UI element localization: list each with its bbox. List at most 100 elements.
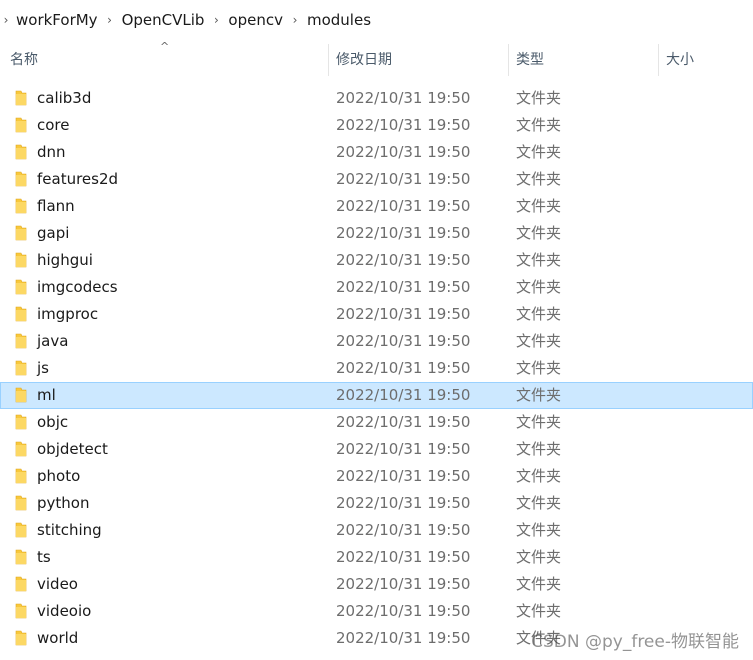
- modified-date: 2022/10/31 19:50: [336, 413, 471, 431]
- file-name: dnn: [37, 143, 66, 161]
- modified-date: 2022/10/31 19:50: [336, 629, 471, 647]
- list-item[interactable]: gapi 2022/10/31 19:50 文件夹: [0, 220, 753, 247]
- file-type: 文件夹: [516, 224, 562, 242]
- folder-icon: [15, 279, 27, 295]
- folder-icon: [15, 198, 27, 214]
- file-name: stitching: [37, 521, 102, 539]
- modified-date: 2022/10/31 19:50: [336, 359, 471, 377]
- modified-date: 2022/10/31 19:50: [336, 440, 471, 458]
- modified-date: 2022/10/31 19:50: [336, 143, 471, 161]
- watermark-text: CSDN @py_free-物联智能: [531, 632, 739, 652]
- column-divider[interactable]: [328, 44, 329, 76]
- list-item[interactable]: js 2022/10/31 19:50 文件夹: [0, 355, 753, 382]
- list-item[interactable]: photo 2022/10/31 19:50 文件夹: [0, 463, 753, 490]
- list-item[interactable]: flann 2022/10/31 19:50 文件夹: [0, 193, 753, 220]
- file-name: java: [37, 332, 69, 350]
- file-name: gapi: [37, 224, 70, 242]
- list-item[interactable]: core 2022/10/31 19:50 文件夹: [0, 112, 753, 139]
- column-header-date[interactable]: 修改日期: [336, 40, 392, 78]
- folder-icon: [15, 90, 27, 106]
- list-item[interactable]: video 2022/10/31 19:50 文件夹: [0, 571, 753, 598]
- modified-date: 2022/10/31 19:50: [336, 197, 471, 215]
- file-type: 文件夹: [516, 413, 562, 431]
- column-header-type[interactable]: 类型: [516, 40, 544, 78]
- file-name: video: [37, 575, 78, 593]
- modified-date: 2022/10/31 19:50: [336, 116, 471, 134]
- column-divider[interactable]: [508, 44, 509, 76]
- file-type: 文件夹: [516, 602, 562, 620]
- modified-date: 2022/10/31 19:50: [336, 467, 471, 485]
- list-item[interactable]: features2d 2022/10/31 19:50 文件夹: [0, 166, 753, 193]
- chevron-right-icon[interactable]: ›: [287, 13, 303, 27]
- file-name: ts: [37, 548, 51, 566]
- file-type: 文件夹: [516, 278, 562, 296]
- folder-icon: [15, 630, 27, 646]
- file-list: calib3d 2022/10/31 19:50 文件夹 core 2022/10/31…: [0, 85, 753, 652]
- folder-icon: [15, 495, 27, 511]
- file-name: imgproc: [37, 305, 99, 323]
- folder-icon: [15, 171, 27, 187]
- list-item[interactable]: imgcodecs 2022/10/31 19:50 文件夹: [0, 274, 753, 301]
- list-item[interactable]: stitching 2022/10/31 19:50 文件夹: [0, 517, 753, 544]
- list-item[interactable]: imgproc 2022/10/31 19:50 文件夹: [0, 301, 753, 328]
- breadcrumb-item-opencv[interactable]: opencv: [224, 11, 287, 29]
- file-name: calib3d: [37, 89, 92, 107]
- modified-date: 2022/10/31 19:50: [336, 548, 471, 566]
- file-name: world: [37, 629, 79, 647]
- list-item[interactable]: objc 2022/10/31 19:50 文件夹: [0, 409, 753, 436]
- file-name: objc: [37, 413, 69, 431]
- file-name: objdetect: [37, 440, 108, 458]
- modified-date: 2022/10/31 19:50: [336, 386, 471, 404]
- folder-icon: [15, 387, 27, 403]
- folder-icon: [15, 333, 27, 349]
- breadcrumb-item-modules[interactable]: modules: [303, 11, 375, 29]
- folder-icon: [15, 603, 27, 619]
- list-item[interactable]: calib3d 2022/10/31 19:50 文件夹: [0, 85, 753, 112]
- folder-icon: [15, 468, 27, 484]
- file-name: core: [37, 116, 70, 134]
- folder-icon: [15, 549, 27, 565]
- breadcrumb-item-opencvlib[interactable]: OpenCVLib: [118, 11, 209, 29]
- chevron-right-icon[interactable]: ›: [0, 13, 12, 27]
- chevron-right-icon[interactable]: ›: [102, 13, 118, 27]
- list-item[interactable]: ml 2022/10/31 19:50 文件夹: [0, 382, 753, 409]
- breadcrumb: › workForMy › OpenCVLib › opencv › modul…: [0, 0, 753, 41]
- list-item[interactable]: dnn 2022/10/31 19:50 文件夹: [0, 139, 753, 166]
- column-divider[interactable]: [658, 44, 659, 76]
- file-name: features2d: [37, 170, 119, 188]
- chevron-right-icon[interactable]: ›: [208, 13, 224, 27]
- file-name: highgui: [37, 251, 93, 269]
- modified-date: 2022/10/31 19:50: [336, 278, 471, 296]
- folder-icon: [15, 522, 27, 538]
- folder-icon: [15, 360, 27, 376]
- file-type: 文件夹: [516, 251, 562, 269]
- modified-date: 2022/10/31 19:50: [336, 224, 471, 242]
- modified-date: 2022/10/31 19:50: [336, 305, 471, 323]
- breadcrumb-item-workformy[interactable]: workForMy: [12, 11, 102, 29]
- list-item[interactable]: objdetect 2022/10/31 19:50 文件夹: [0, 436, 753, 463]
- file-type: 文件夹: [516, 494, 562, 512]
- modified-date: 2022/10/31 19:50: [336, 494, 471, 512]
- file-type: 文件夹: [516, 575, 562, 593]
- modified-date: 2022/10/31 19:50: [336, 89, 471, 107]
- file-type: 文件夹: [516, 143, 562, 161]
- file-type: 文件夹: [516, 332, 562, 350]
- modified-date: 2022/10/31 19:50: [336, 251, 471, 269]
- list-item[interactable]: videoio 2022/10/31 19:50 文件夹: [0, 598, 753, 625]
- modified-date: 2022/10/31 19:50: [336, 521, 471, 539]
- list-item[interactable]: python 2022/10/31 19:50 文件夹: [0, 490, 753, 517]
- file-type: 文件夹: [516, 521, 562, 539]
- folder-icon: [15, 576, 27, 592]
- list-item[interactable]: ts 2022/10/31 19:50 文件夹: [0, 544, 753, 571]
- folder-icon: [15, 414, 27, 430]
- file-type: 文件夹: [516, 116, 562, 134]
- column-header-size[interactable]: 大小: [666, 40, 694, 78]
- list-item[interactable]: highgui 2022/10/31 19:50 文件夹: [0, 247, 753, 274]
- file-type: 文件夹: [516, 467, 562, 485]
- file-name: videoio: [37, 602, 92, 620]
- column-header-name[interactable]: 名称: [10, 40, 38, 78]
- list-item[interactable]: java 2022/10/31 19:50 文件夹: [0, 328, 753, 355]
- modified-date: 2022/10/31 19:50: [336, 332, 471, 350]
- folder-icon: [15, 117, 27, 133]
- file-type: 文件夹: [516, 197, 562, 215]
